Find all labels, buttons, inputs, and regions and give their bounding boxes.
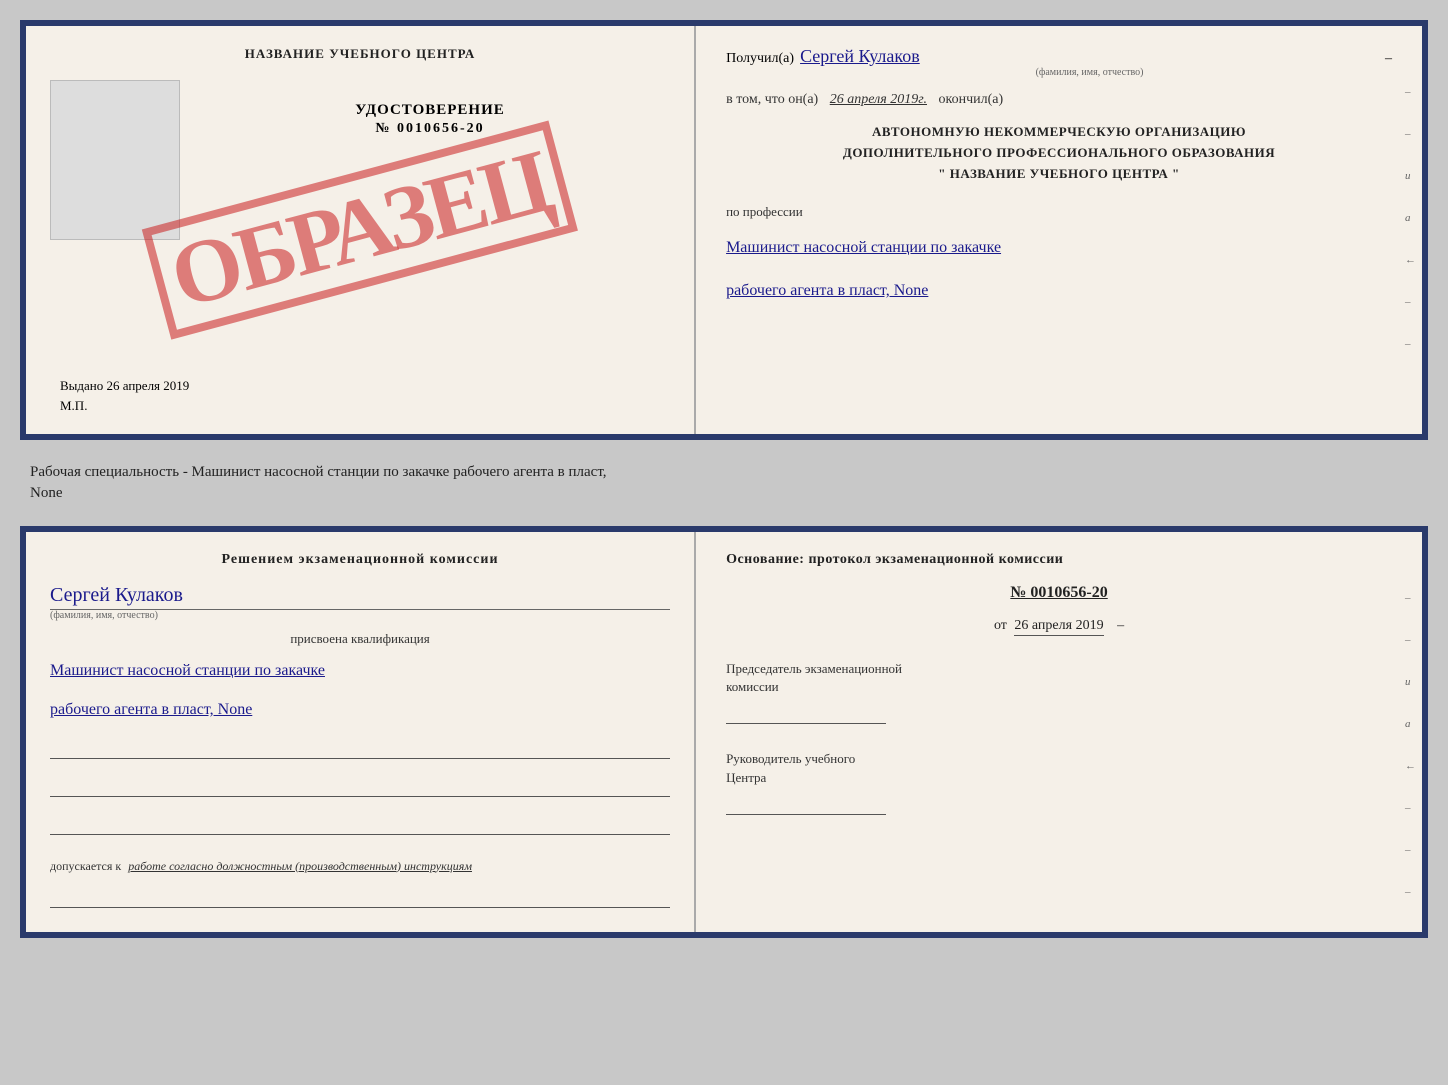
from-date-value: 26 апреля 2019 <box>1014 618 1103 636</box>
bmark-3: и <box>1405 676 1416 688</box>
bmark-6: – <box>1405 802 1416 814</box>
cert-top-right: Получил(а) Сергей Кулаков (фамилия, имя,… <box>696 26 1422 434</box>
leader-line2: Центра <box>726 770 766 785</box>
mark-7: – <box>1405 338 1416 350</box>
from-date-prefix: от <box>994 618 1007 633</box>
bmark-7: – <box>1405 844 1416 856</box>
person-name-block: Сергей Кулаков (фамилия, имя, отчество) <box>50 584 670 621</box>
middle-line1: Рабочая специальность - Машинист насосно… <box>30 462 1418 483</box>
leader-block: Руководитель учебного Центра <box>726 750 1392 814</box>
date-prefix: в том, что он(а) <box>726 92 818 107</box>
bmark-4: а <box>1405 718 1416 730</box>
vydano-line: Выдано 26 апреля 2019 <box>50 358 670 394</box>
chairman-sig-line <box>726 704 886 724</box>
right-marks-bottom: – – и а ← – – – <box>1405 592 1416 898</box>
received-name: Сергей Кулаков <box>800 46 1379 67</box>
allowed-prefix: допускается к <box>50 859 121 873</box>
mp-line: М.П. <box>50 398 670 414</box>
name-hint-bottom: (фамилия, имя, отчество) <box>50 610 670 621</box>
bottom-certificate: Решением экзаменационной комиссии Сергей… <box>20 526 1428 938</box>
org-block: АВТОНОМНУЮ НЕКОММЕРЧЕСКУЮ ОРГАНИЗАЦИЮ ДО… <box>726 122 1392 184</box>
underline1 <box>50 739 670 759</box>
bmark-1: – <box>1405 592 1416 604</box>
leader-label: Руководитель учебного Центра <box>726 750 1392 786</box>
date-line: в том, что он(а) 26 апреля 2019г. окончи… <box>726 92 1392 108</box>
received-prefix: Получил(а) <box>726 51 794 67</box>
chairman-line1: Председатель экзаменационной <box>726 661 902 676</box>
bmark-2: – <box>1405 634 1416 646</box>
photo-placeholder <box>50 80 180 240</box>
top-left-title: НАЗВАНИЕ УЧЕБНОГО ЦЕНТРА <box>245 46 476 62</box>
from-date: от 26 апреля 2019 – <box>726 618 1392 634</box>
chairman-block: Председатель экзаменационной комиссии <box>726 660 1392 724</box>
middle-line2: None <box>30 483 1418 504</box>
page-wrapper: НАЗВАНИЕ УЧЕБНОГО ЦЕНТРА УДОСТОВЕРЕНИЕ №… <box>20 20 1428 938</box>
bmark-5: ← <box>1405 760 1416 772</box>
qual-line2: рабочего агента в пласт, None <box>50 696 670 725</box>
udost-label: УДОСТОВЕРЕНИЕ <box>355 102 505 119</box>
org-line1: АВТОНОМНУЮ НЕКОММЕРЧЕСКУЮ ОРГАНИЗАЦИЮ <box>726 122 1392 143</box>
right-marks-top: – – и а ← – – <box>1405 86 1416 350</box>
bmark-8: – <box>1405 886 1416 898</box>
chairman-line2: комиссии <box>726 679 779 694</box>
cert-top-left: НАЗВАНИЕ УЧЕБНОГО ЦЕНТРА УДОСТОВЕРЕНИЕ №… <box>26 26 696 434</box>
org-line3: " НАЗВАНИЕ УЧЕБНОГО ЦЕНТРА " <box>726 164 1392 185</box>
dash-top: – <box>1385 51 1392 67</box>
underline4 <box>50 888 670 908</box>
commission-title: Решением экзаменационной комиссии <box>50 552 670 568</box>
allowed-text: допускается к работе согласно должностны… <box>50 859 670 874</box>
cert-bottom-right: Основание: протокол экзаменационной коми… <box>696 532 1422 932</box>
leader-sig-line <box>726 795 886 815</box>
top-certificate: НАЗВАНИЕ УЧЕБНОГО ЦЕНТРА УДОСТОВЕРЕНИЕ №… <box>20 20 1428 440</box>
profession-label-top: по профессии <box>726 204 1392 220</box>
org-line2: ДОПОЛНИТЕЛЬНОГО ПРОФЕССИОНАЛЬНОГО ОБРАЗО… <box>726 143 1392 164</box>
mark-6: – <box>1405 296 1416 308</box>
profession-value2-top: рабочего агента в пласт, None <box>726 277 1392 306</box>
mark-4: а <box>1405 212 1416 224</box>
person-name-bottom: Сергей Кулаков <box>50 584 670 610</box>
mark-2: – <box>1405 128 1416 140</box>
mark-3: и <box>1405 170 1416 182</box>
mark-1: – <box>1405 86 1416 98</box>
protocol-number: № 0010656-20 <box>726 584 1392 602</box>
profession-value1-top: Машинист насосной станции по закачке <box>726 234 1392 263</box>
assigned-label: присвоена квалификация <box>50 631 670 647</box>
date-suffix: окончил(а) <box>939 92 1004 107</box>
udost-number: № 0010656-20 <box>375 121 484 137</box>
from-date-dash: – <box>1117 618 1124 633</box>
cert-bottom-left: Решением экзаменационной комиссии Сергей… <box>26 532 696 932</box>
middle-text-block: Рабочая специальность - Машинист насосно… <box>20 456 1428 510</box>
chairman-label: Председатель экзаменационной комиссии <box>726 660 1392 696</box>
qual-line1: Машинист насосной станции по закачке <box>50 657 670 686</box>
date-value: 26 апреля 2019г. <box>830 92 927 107</box>
received-block: Получил(а) Сергей Кулаков (фамилия, имя,… <box>726 46 1392 78</box>
osnov-label: Основание: протокол экзаменационной коми… <box>726 552 1392 568</box>
leader-line1: Руководитель учебного <box>726 751 855 766</box>
underline3 <box>50 815 670 835</box>
name-hint-top: (фамилия, имя, отчество) <box>800 67 1379 78</box>
mark-5: ← <box>1405 254 1416 266</box>
underline2 <box>50 777 670 797</box>
allowed-value: работе согласно должностным (производств… <box>128 859 472 873</box>
